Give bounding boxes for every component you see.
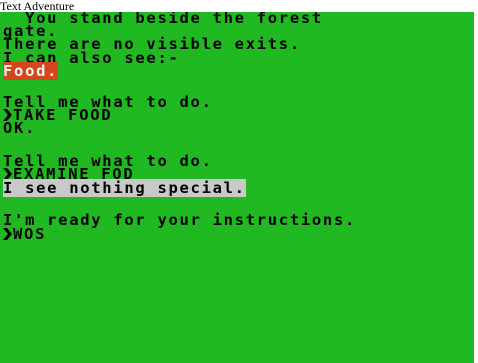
object-food: Food. (3, 62, 59, 80)
game-screen[interactable]: You stand beside the forest gate. There … (0, 12, 474, 363)
response-1: OK. (3, 119, 37, 137)
input-line[interactable]: WOS (3, 225, 46, 243)
window-title: Text Adventure (0, 0, 75, 13)
response-2: I see nothing special. (3, 179, 246, 197)
command-input[interactable]: WOS (13, 225, 46, 243)
prompt-arrow-icon (3, 228, 12, 240)
prompt-text-3: I'm ready for your instructions. (3, 211, 357, 229)
object-list-line: Food. (3, 62, 59, 80)
response-2-line: I see nothing special. (3, 179, 246, 197)
